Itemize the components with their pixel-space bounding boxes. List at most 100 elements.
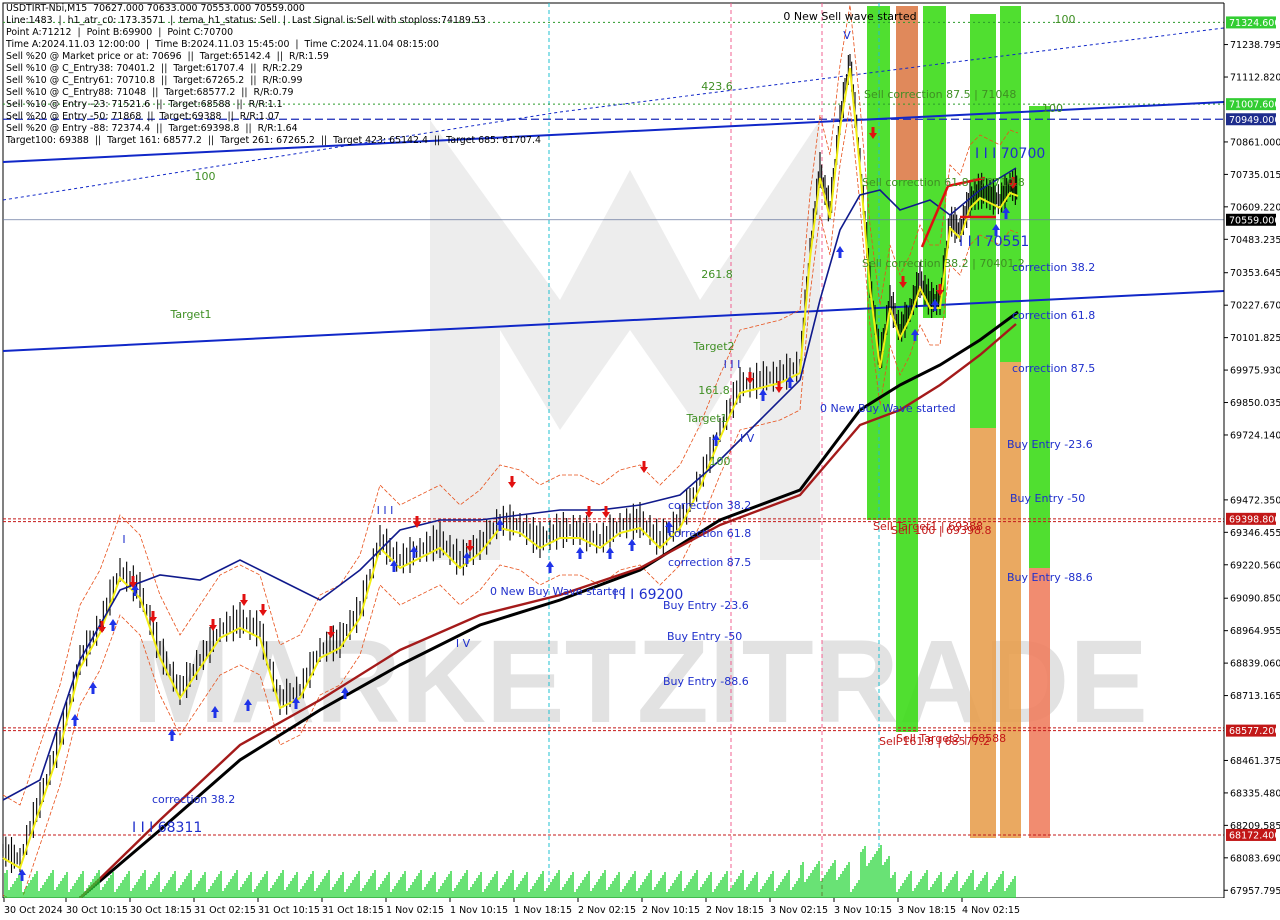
info-line: Sell %10 @ Entry -23: 71521.6 || Target:… (6, 99, 283, 110)
chart-annotation: 0 New Sell wave started (783, 10, 916, 23)
info-line: Sell %20 @ Market price or at: 70696 || … (6, 51, 329, 62)
y-tick-label: 67957.795 (1230, 886, 1280, 897)
y-tick-label: 70353.645 (1230, 268, 1280, 279)
chart-annotation: 100 (710, 455, 731, 468)
y-tick-label: 69220.560 (1230, 560, 1280, 571)
y-tick-label: 69472.350 (1230, 495, 1280, 506)
chart-annotation: I I I 70551 (959, 234, 1029, 250)
y-tick-label: 70861.000 (1230, 137, 1280, 148)
chart-annotation: Buy Entry -50 (1010, 492, 1085, 505)
chart-annotation: I (122, 533, 125, 546)
chart-annotation: 0 New Buy Wave started (490, 585, 626, 598)
zone-bar (1029, 568, 1050, 838)
x-tick-label: 3 Nov 02:15 (770, 905, 828, 916)
chart-annotation: Buy Entry -23.6 (663, 599, 749, 612)
x-tick-label: 2 Nov 10:15 (642, 905, 700, 916)
price-tag-label: 69398.800 (1229, 514, 1280, 525)
x-tick-label: 1 Nov 18:15 (514, 905, 572, 916)
chart-annotation: Sell correction 87.5 | 71048 (864, 88, 1016, 101)
chart-annotation: Target1 (169, 308, 211, 321)
info-line: Sell %20 @ Entry -50: 71868 || Target:69… (6, 111, 280, 122)
chart-annotation: 100 (195, 170, 216, 183)
y-tick-label: 70609.220 (1230, 202, 1280, 213)
chart-annotation: 161.8 (698, 384, 730, 397)
chart-annotation: Target1 (685, 412, 727, 425)
y-tick-label: 71238.795 (1230, 40, 1280, 51)
x-tick-label: 1 Nov 02:15 (386, 905, 444, 916)
info-line: Time A:2024.11.03 12:00:00 | Time B:2024… (6, 39, 439, 50)
info-line: Sell %10 @ C_Entry88: 71048 || Target:68… (6, 87, 294, 98)
x-tick-label: 31 Oct 10:15 (258, 905, 320, 916)
chart-annotation: Buy Entry -88.6 (1007, 571, 1093, 584)
y-tick-label: 70735.015 (1230, 170, 1280, 181)
price-tag-label: 71007.600 (1229, 100, 1280, 111)
x-tick-label: 31 Oct 02:15 (194, 905, 256, 916)
chart-annotation: Sell Target2 | 68588 (896, 732, 1006, 745)
chart-annotation: 100 (1042, 102, 1063, 115)
chart-window: MARKETZITRADE 0 New Sell wave started 100 4… (0, 0, 1280, 920)
y-tick-label: 68461.375 (1230, 756, 1280, 767)
chart-annotation: correction 38.2 (1012, 261, 1095, 274)
info-line: USDTIRT-Nbi,M15 70627.000 70633.000 7055… (6, 3, 305, 14)
x-tick-label: 30 Oct 10:15 (66, 905, 128, 916)
y-tick-label: 71112.820 (1230, 73, 1280, 84)
y-tick-label: 68839.060 (1230, 659, 1280, 670)
x-tick-label: 4 Nov 02:15 (962, 905, 1020, 916)
info-line: Sell %20 @ Entry -88: 72374.4 || Target:… (6, 123, 298, 134)
info-line: Point A:71212 | Point B:69900 | Point C:… (6, 27, 234, 38)
y-tick-label: 69090.850 (1230, 594, 1280, 605)
chart-annotation: Buy Entry -50 (667, 630, 742, 643)
chart-annotation: correction 61.8 (668, 527, 751, 540)
chart-annotation: correction 38.2 (668, 499, 751, 512)
price-axis: 71238.795 71112.820 70861.000 70735.015 7060… (1223, 0, 1280, 920)
chart-annotation: Sell correction 61.8 | 70710.8 (862, 176, 1025, 189)
chart-annotation: Buy Entry -23.6 (1007, 438, 1093, 451)
price-tag-label: 68172.400 (1229, 830, 1280, 841)
price-tag-label: 70949.000 (1229, 115, 1280, 126)
zone-bar (923, 6, 946, 318)
y-tick-label: 68335.480 (1230, 788, 1280, 799)
zone-bar (970, 14, 996, 428)
info-line: Target100: 69388 || Target 161: 68577.2 … (6, 135, 541, 146)
time-axis: 30 Oct 2024 30 Oct 10:15 30 Oct 18:15 31 Oc… (0, 898, 1280, 920)
y-tick-label: 70227.670 (1230, 301, 1280, 312)
chart-annotation: I I I (377, 504, 394, 517)
zone-bar (1000, 362, 1021, 838)
chart-annotation: 0 New Buy Wave started (820, 402, 956, 415)
chart-annotation: correction 38.2 (152, 793, 235, 806)
chart-annotation: correction 87.5 (668, 556, 751, 569)
x-tick-label: 3 Nov 10:15 (834, 905, 892, 916)
indicator-info-panel: USDTIRT-Nbi,M15 70627.000 70633.000 7055… (6, 3, 541, 147)
y-tick-label: 68713.165 (1230, 691, 1280, 702)
info-line: Sell %10 @ C_Entry38: 70401.2 || Target:… (6, 63, 303, 74)
x-tick-label: 31 Oct 18:15 (322, 905, 384, 916)
info-line: Line:1483 | h1_atr_c0: 173.3571 | tema_h… (6, 15, 486, 26)
y-tick-label: 68083.690 (1230, 853, 1280, 864)
chart-annotation: I V (740, 432, 755, 445)
chart-annotation: 100 (1055, 13, 1076, 26)
chart-annotation: Sell 100 | 69398.8 (891, 524, 992, 537)
y-tick-label: 70483.235 (1230, 235, 1280, 246)
time-axis-background (0, 898, 1280, 920)
price-tag-label: 70559.000 (1229, 215, 1280, 226)
y-tick-label: 68964.955 (1230, 626, 1280, 637)
y-tick-label: 69724.140 (1230, 430, 1280, 441)
chart-annotation: Sell correction 38.2 | 70401.2 (862, 257, 1025, 270)
chart-annotation: V (843, 29, 851, 42)
chart-annotation: I V (456, 637, 471, 650)
y-tick-label: 69850.035 (1230, 398, 1280, 409)
chart-annotation: I I I (724, 358, 741, 371)
x-tick-label: 30 Oct 2024 (4, 905, 63, 916)
x-tick-label: 2 Nov 02:15 (578, 905, 636, 916)
price-tag-label: 71324.600 (1229, 18, 1280, 29)
zone-bar (970, 428, 996, 838)
chart-annotation: 261.8 (701, 268, 733, 281)
chart-annotation: correction 61.8 (1012, 309, 1095, 322)
info-line: Sell %10 @ C_Entry61: 70710.8 || Target:… (6, 75, 303, 86)
chart-annotation: I I I 70700 (975, 146, 1045, 162)
x-tick-label: 3 Nov 18:15 (898, 905, 956, 916)
y-tick-label: 70101.825 (1230, 333, 1280, 344)
x-tick-label: 2 Nov 18:15 (706, 905, 764, 916)
y-tick-label: 69346.455 (1230, 528, 1280, 539)
x-tick-label: 30 Oct 18:15 (130, 905, 192, 916)
